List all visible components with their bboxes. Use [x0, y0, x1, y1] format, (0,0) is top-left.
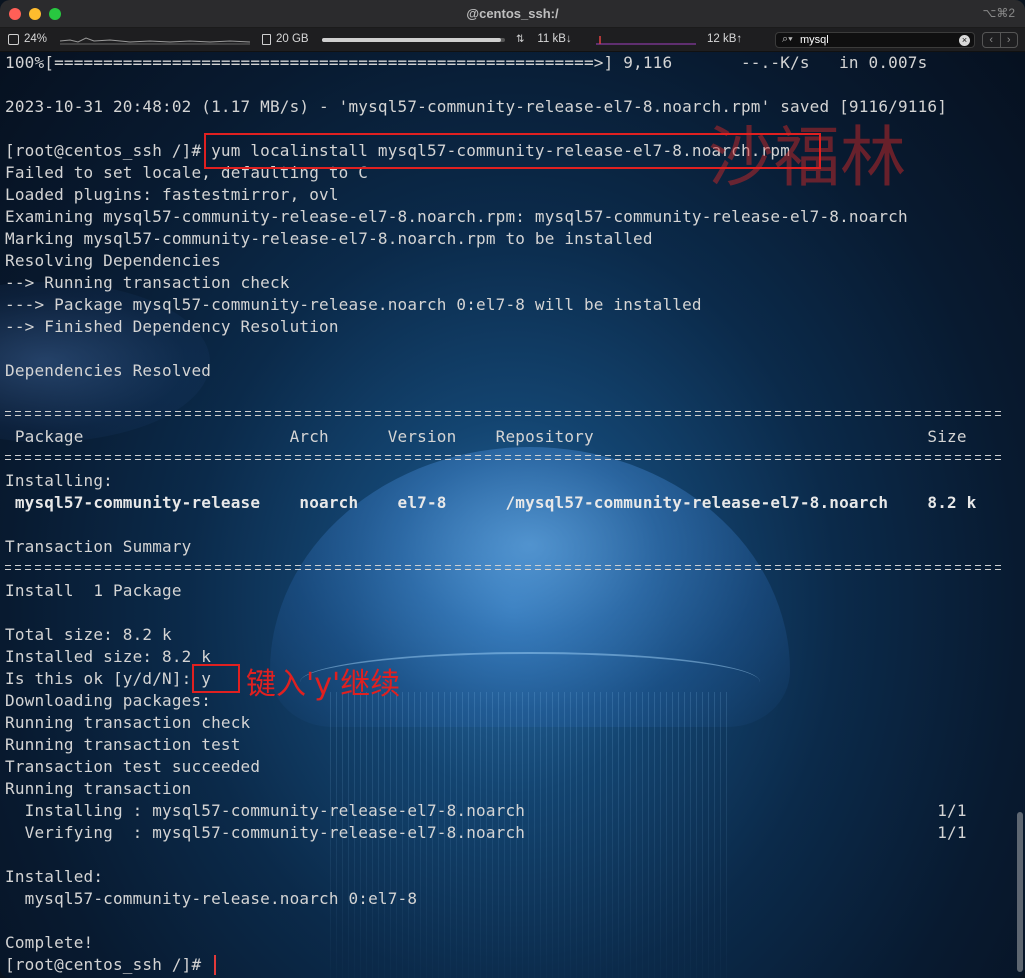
terminal-line: Installed:: [5, 867, 104, 886]
terminal-line: --> Finished Dependency Resolution: [5, 317, 339, 336]
search-nav: ‹ ›: [982, 32, 1018, 48]
network-icon: ⇅: [516, 33, 525, 45]
next-match-button[interactable]: ›: [1001, 33, 1018, 47]
memory-meter: [322, 38, 505, 42]
table-separator: [5, 454, 1005, 463]
memory-meter-fill: [322, 38, 502, 42]
table-separator: [5, 410, 1005, 419]
terminal-line: Resolving Dependencies: [5, 251, 221, 270]
terminal-area[interactable]: 100%[===================================…: [0, 52, 1025, 978]
terminal-line: Is this ok [y/d/N]: y: [5, 669, 212, 688]
table-header: Package Arch Version Repository Size: [5, 427, 967, 446]
table-separator: [5, 564, 1005, 573]
network-sparkline: [596, 36, 696, 45]
network-down-status: ⇅ 11 kB↓: [516, 33, 572, 45]
clear-search-icon[interactable]: ×: [959, 35, 970, 46]
cpu-status: 24%: [8, 33, 47, 45]
terminal-line: Verifying : mysql57-community-release-el…: [5, 823, 967, 842]
terminal-line: 100%[===================================…: [5, 53, 928, 72]
terminal-window: @centos_ssh:/ ⌥⌘2 24% 20 GB ⇅ 11 kB↓ 12 …: [0, 0, 1025, 978]
terminal-line: Running transaction check: [5, 713, 251, 732]
search-input[interactable]: mysql: [800, 34, 829, 46]
terminal-line: --> Running transaction check: [5, 273, 290, 292]
cpu-value: 24%: [24, 33, 48, 45]
status-bar: 24% 20 GB ⇅ 11 kB↓ 12 kB↑ ⌕▾ mysql × ‹ ›: [0, 28, 1025, 52]
terminal-line: Installing:: [5, 471, 113, 490]
answer-highlight-box: [192, 664, 240, 693]
terminal-line: Running transaction: [5, 779, 192, 798]
cpu-sparkline: [60, 37, 250, 45]
network-up-status: 12 kB↑: [707, 33, 742, 45]
hint-annotation: 键入'y'继续: [246, 667, 401, 702]
shell-prompt: [root@centos_ssh /]#: [5, 955, 212, 974]
text-cursor: [214, 955, 216, 975]
scrollbar[interactable]: [1017, 812, 1023, 972]
window-shortcut: ⌥⌘2: [982, 6, 1015, 20]
network-down-value: 11 kB↓: [537, 33, 572, 45]
memory-value: 20 GB: [276, 33, 309, 45]
terminal-line: Marking mysql57-community-release-el7-8.…: [5, 229, 653, 248]
search-field[interactable]: ⌕▾ mysql ×: [775, 32, 975, 48]
terminal-line: Complete!: [5, 933, 94, 952]
network-up-value: 12 kB↑: [707, 33, 743, 45]
previous-match-button[interactable]: ‹: [983, 33, 1001, 47]
terminal-line: Running transaction test: [5, 735, 241, 754]
memory-icon: [262, 33, 271, 45]
command-highlight-box: [204, 133, 821, 169]
terminal-line: Total size: 8.2 k: [5, 625, 172, 644]
memory-status: 20 GB: [262, 33, 309, 45]
terminal-line: Loaded plugins: fastestmirror, ovl: [5, 185, 339, 204]
terminal-line: Installing : mysql57-community-release-e…: [5, 801, 967, 820]
terminal-line: Install 1 Package: [5, 581, 182, 600]
window-title: @centos_ssh:/: [466, 6, 559, 21]
title-bar: @centos_ssh:/ ⌥⌘2: [0, 0, 1025, 28]
terminal-line: ---> Package mysql57-community-release.n…: [5, 295, 702, 314]
terminal-line: Examining mysql57-community-release-el7-…: [5, 207, 908, 226]
terminal-line: mysql57-community-release.noarch 0:el7-8: [5, 889, 418, 908]
terminal-line: Transaction test succeeded: [5, 757, 261, 776]
magnifier-icon: ⌕▾: [782, 33, 793, 45]
terminal-line: Installed size: 8.2 k: [5, 647, 212, 666]
package-row: mysql57-community-release noarch el7-8 /…: [5, 493, 977, 512]
terminal-line: Downloading packages:: [5, 691, 212, 710]
cpu-icon: [8, 33, 19, 45]
terminal-line: Dependencies Resolved: [5, 361, 212, 380]
terminal-line: Transaction Summary: [5, 537, 192, 556]
